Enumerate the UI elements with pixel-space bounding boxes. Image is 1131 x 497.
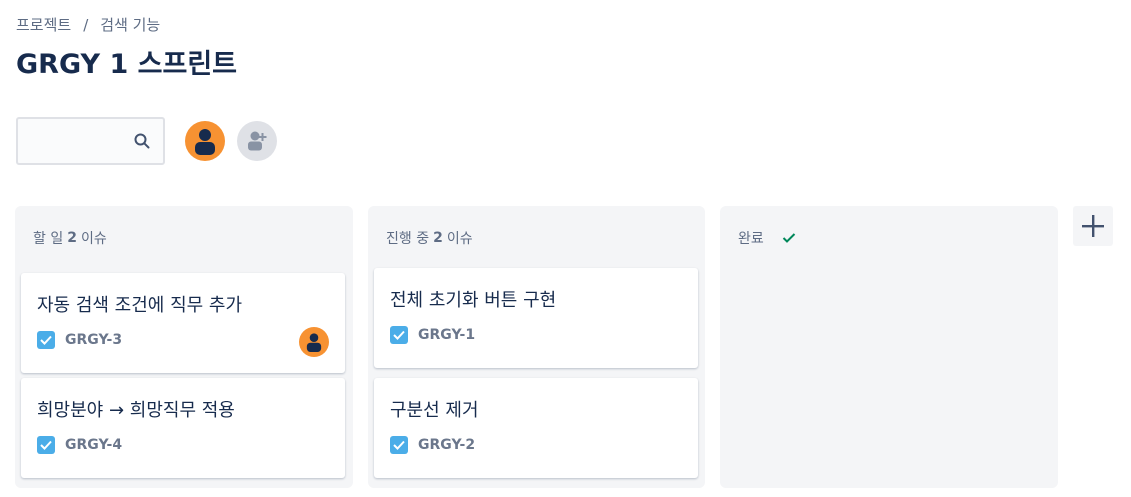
column-suffix: 이슈	[80, 231, 107, 247]
column-count: 2	[67, 230, 77, 246]
card-title: 구분선 제거	[390, 400, 479, 421]
assignee-avatar-icon[interactable]	[299, 327, 329, 357]
issue-card[interactable]: 희망분야 → 희망직무 적용 GRGY-4	[21, 378, 345, 478]
issue-key: GRGY-1	[418, 327, 476, 343]
column-header: 진행 중 2 이슈	[386, 228, 473, 248]
search-input[interactable]	[18, 119, 128, 163]
column-todo: 할 일 2 이슈 자동 검색 조건에 직무 추가 GRGY-3 희망분야 → 희…	[15, 206, 353, 488]
card-key-row: GRGY-2	[390, 436, 475, 454]
breadcrumb-separator: /	[83, 15, 89, 34]
card-title: 희망분야 → 희망직무 적용	[37, 400, 235, 421]
user-avatar-icon	[195, 129, 215, 155]
column-suffix: 이슈	[446, 231, 473, 247]
column-name: 완료	[738, 231, 764, 247]
page-title: GRGY 1 스프린트	[16, 49, 238, 80]
issue-key: GRGY-4	[65, 437, 123, 453]
card-key-row: GRGY-1	[390, 326, 475, 344]
task-checkbox-icon	[37, 436, 55, 454]
add-people-button[interactable]	[237, 121, 277, 161]
column-count: 2	[433, 230, 443, 246]
breadcrumb-project[interactable]: 프로젝트	[16, 14, 71, 35]
search-box[interactable]	[16, 117, 165, 165]
task-checkbox-icon	[390, 326, 408, 344]
search-icon[interactable]	[133, 132, 151, 150]
task-checkbox-icon	[37, 331, 55, 349]
column-done: 완료	[720, 206, 1058, 488]
card-key-row: GRGY-3	[37, 331, 122, 349]
issue-card[interactable]: 전체 초기화 버튼 구현 GRGY-1	[374, 268, 698, 368]
add-column-button[interactable]	[1073, 206, 1113, 246]
plus-icon	[1082, 215, 1104, 237]
column-name: 진행 중	[386, 231, 430, 247]
card-key-row: GRGY-4	[37, 436, 122, 454]
issue-card[interactable]: 자동 검색 조건에 직무 추가 GRGY-3	[21, 273, 345, 373]
add-people-icon	[248, 131, 267, 151]
breadcrumb: 프로젝트 / 검색 기능	[16, 14, 160, 35]
column-header: 완료	[738, 228, 796, 248]
issue-key: GRGY-2	[418, 437, 476, 453]
card-title: 자동 검색 조건에 직무 추가	[37, 295, 243, 316]
user-avatar[interactable]	[185, 121, 225, 161]
column-in-progress: 진행 중 2 이슈 전체 초기화 버튼 구현 GRGY-1 구분선 제거 GRG…	[368, 206, 705, 488]
board-toolbar	[16, 117, 277, 165]
breadcrumb-search-feature[interactable]: 검색 기능	[100, 14, 160, 35]
task-checkbox-icon	[390, 436, 408, 454]
checkmark-icon	[782, 233, 795, 243]
issue-key: GRGY-3	[65, 332, 123, 348]
column-header: 할 일 2 이슈	[33, 228, 107, 248]
card-title: 전체 초기화 버튼 구현	[390, 290, 557, 311]
issue-card[interactable]: 구분선 제거 GRGY-2	[374, 378, 698, 478]
column-name: 할 일	[33, 231, 64, 247]
